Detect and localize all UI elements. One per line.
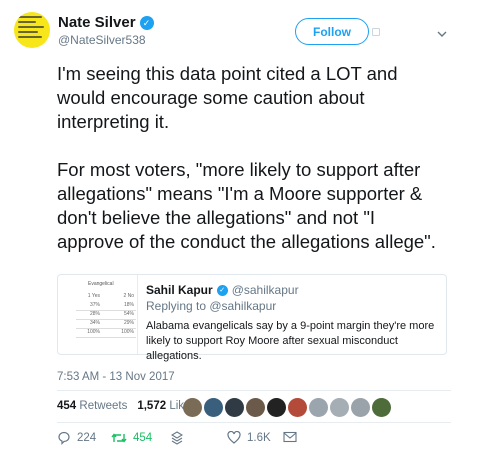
quoted-tweet-text: Alabama evangelicals say by a 9-point ma… [146,320,435,362]
thumb-cell: 100% [121,329,134,335]
liker-avatar[interactable] [246,398,265,417]
retweet-button[interactable]: 454 [111,431,152,445]
divider [57,390,451,391]
thumb-cell: 28% [89,311,100,317]
liker-avatar[interactable] [372,398,391,417]
heart-icon [227,431,241,444]
reply-count: 224 [77,432,97,444]
liker-avatar[interactable] [225,398,244,417]
liker-avatar[interactable] [330,398,349,417]
message-button[interactable] [283,431,297,443]
tweet-text: I'm seeing this data point cited a LOT a… [57,62,447,278]
replying-to: Replying to @sahilkapur [146,299,276,313]
reply-button[interactable]: 224 [57,431,96,445]
retweet-count-stat[interactable]: 454 Retweets [57,400,127,412]
avatar-image [18,16,46,41]
liker-avatar[interactable] [267,398,286,417]
liker-avatar[interactable] [183,398,202,417]
stack-button[interactable] [171,431,183,445]
avatar[interactable] [14,12,50,48]
verified-badge-icon: ✓ [139,15,154,30]
replying-prefix: Replying to [146,299,210,313]
like-action-count: 1.6K [247,431,271,444]
tweet-paragraph: For most voters, "more likely to support… [57,159,436,252]
envelope-icon [283,431,297,443]
retweet-icon [111,433,127,443]
author-name-row[interactable]: Nate Silver ✓ [58,14,154,31]
quoted-author-name[interactable]: Sahil Kapur [146,283,213,297]
display-name[interactable]: Nate Silver [58,14,136,31]
thumb-col: 2 No [123,293,134,299]
quoted-author-row[interactable]: Sahil Kapur ✓ @sahilkapur [146,283,299,297]
tweet-paragraph: I'm seeing this data point cited a LOT a… [57,63,398,132]
retweets-label: Retweets [79,400,128,412]
thumb-heading: Evangelical [88,281,114,287]
liker-avatar[interactable] [288,398,307,417]
retweet-action-count: 454 [133,432,153,444]
retweet-count: 454 [57,400,77,412]
user-handle[interactable]: @NateSilver538 [58,33,146,47]
tweet-stats: 454 Retweets 1,572 Likes [57,400,196,412]
liker-avatar[interactable] [351,398,370,417]
quoted-author-handle[interactable]: @sahilkapur [232,283,299,297]
tweet-timestamp[interactable]: 7:53 AM - 13 Nov 2017 [57,371,175,383]
thumb-col: 1 Yes [87,293,100,299]
liker-avatar[interactable] [204,398,223,417]
verified-badge-icon: ✓ [216,284,228,296]
thumb-cell: 54% [123,311,134,317]
liker-avatars [183,398,391,417]
follow-button[interactable]: Follow [295,18,369,45]
thumb-cell: 18% [123,302,134,308]
reply-icon [58,431,70,445]
stack-icon [171,431,183,445]
thumb-cell: 29% [123,320,134,326]
thumb-table: 1 Yes 2 No 37% 18% 28% 54% 34% 29% 100% 100% [76,293,136,338]
thumb-cell: 34% [89,320,100,326]
replying-to-handle[interactable]: @sahilkapur [209,299,276,313]
tweet-actions: 224 454 1.6K [57,431,417,451]
thumb-cell: 37% [89,302,100,308]
thumb-cell: 100% [87,329,100,335]
divider [57,422,451,423]
liker-avatar[interactable] [309,398,328,417]
like-button[interactable]: 1.6K [227,431,271,444]
quoted-tweet[interactable]: Evangelical 1 Yes 2 No 37% 18% 28% 54% 34%… [57,274,447,362]
like-count: 1,572 [137,400,167,412]
quoted-tweet-image[interactable]: Evangelical 1 Yes 2 No 37% 18% 28% 54% 34%… [58,275,138,354]
chevron-down-icon[interactable] [437,26,447,37]
follow-extra-icon[interactable] [372,28,380,36]
